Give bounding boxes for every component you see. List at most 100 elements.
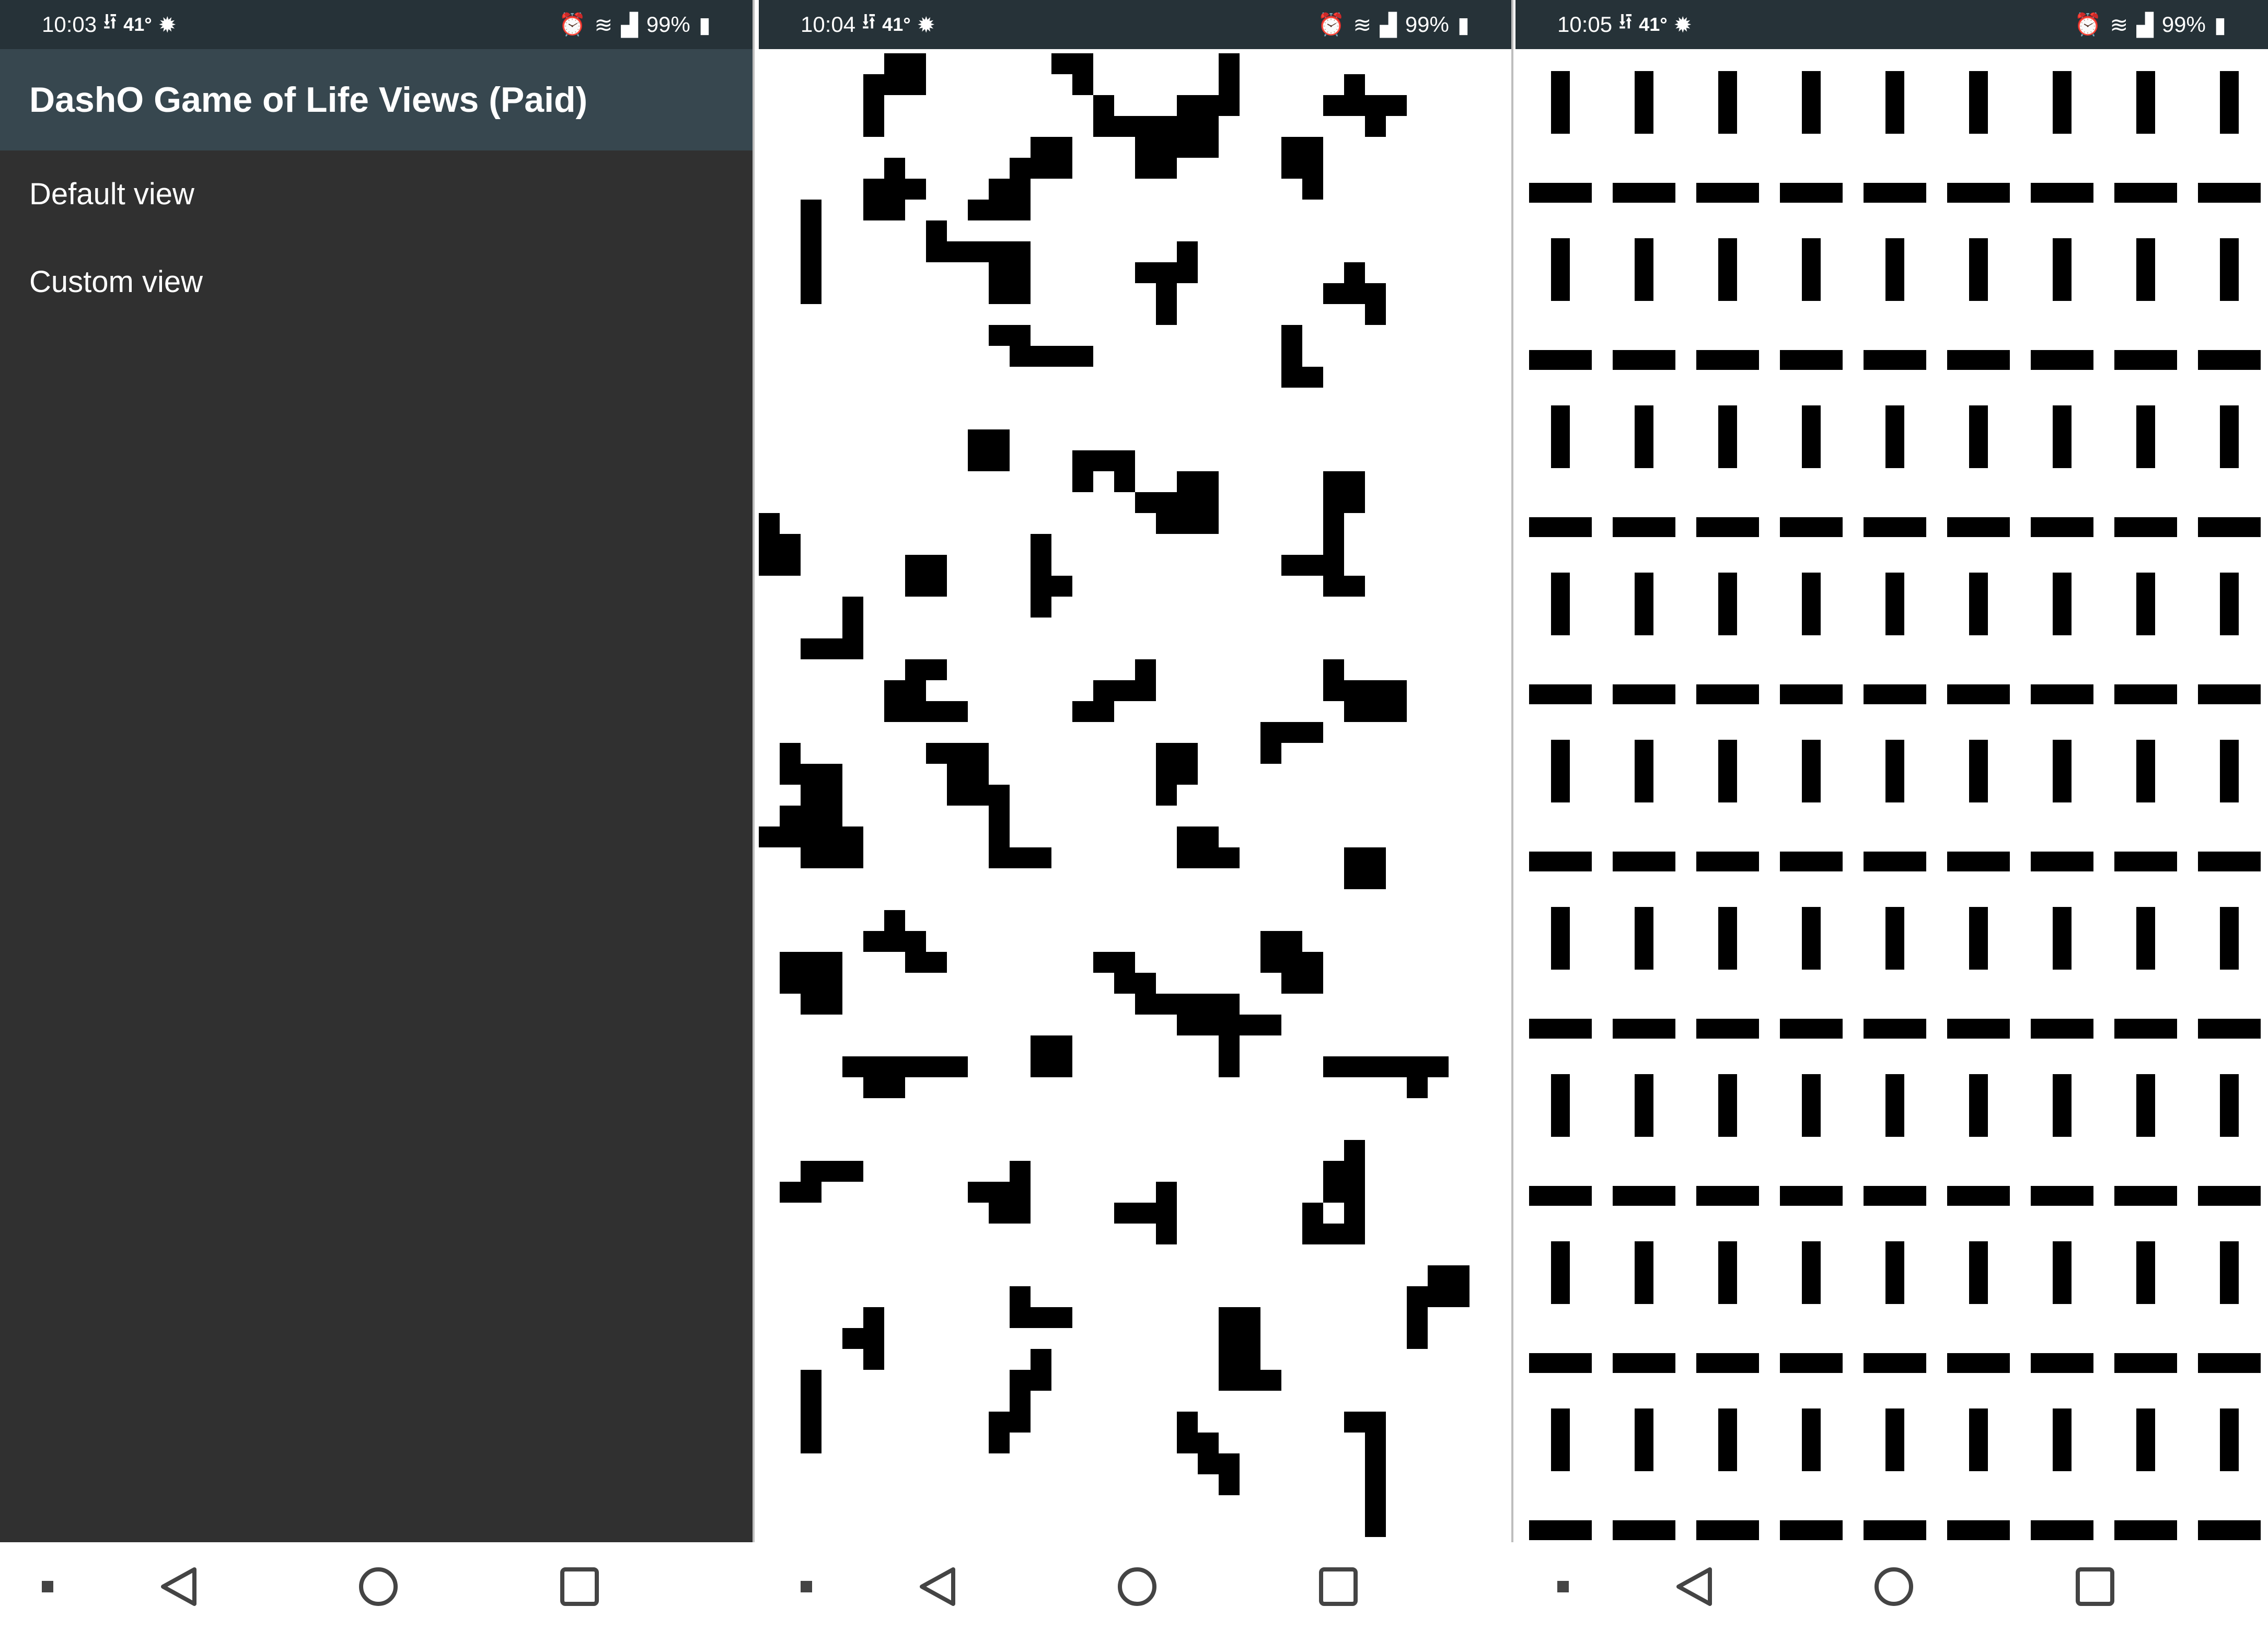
- life-cell: [884, 931, 905, 952]
- life-cell: [1323, 492, 1344, 513]
- life-cell: [1114, 1203, 1135, 1224]
- life-cell: [1072, 53, 1093, 74]
- life-cell: [1177, 847, 1198, 868]
- life-cell: [1093, 116, 1114, 137]
- recents-dot-icon[interactable]: [1557, 1581, 1569, 1592]
- life-cell: [1010, 158, 1031, 179]
- life-cell: [1177, 137, 1198, 158]
- life-cell: [842, 1328, 863, 1349]
- life-cell-vertical: [1718, 740, 1737, 802]
- life-cell: [842, 597, 863, 618]
- home-icon[interactable]: [1874, 1567, 1913, 1606]
- battery-icon: ▮: [2214, 12, 2226, 37]
- life-cell-horizontal: [1696, 1520, 1759, 1540]
- life-cell-horizontal: [1613, 350, 1675, 370]
- life-cell: [863, 1056, 884, 1077]
- life-cell: [1177, 764, 1198, 785]
- life-cell-vertical: [2053, 1074, 2072, 1137]
- life-cell-horizontal: [1529, 517, 1592, 537]
- back-icon[interactable]: [161, 1567, 196, 1606]
- life-cell-horizontal: [2031, 1186, 2093, 1206]
- temperature: 41°: [882, 14, 911, 35]
- life-cell: [1198, 994, 1219, 1015]
- life-cell: [1156, 994, 1177, 1015]
- life-cell-vertical: [1969, 1074, 1988, 1137]
- home-icon[interactable]: [359, 1567, 398, 1606]
- life-cell: [1365, 116, 1386, 137]
- life-cell-horizontal: [1696, 684, 1759, 704]
- life-cell-vertical: [2136, 573, 2155, 635]
- navigation-bar: [759, 1542, 1511, 1630]
- life-cell: [989, 1182, 1010, 1203]
- life-cell: [1156, 283, 1177, 304]
- back-icon[interactable]: [1676, 1567, 1712, 1606]
- life-cell: [1010, 262, 1031, 283]
- life-cell-vertical: [1969, 71, 1988, 134]
- life-cell: [1031, 1307, 1051, 1328]
- life-cell-horizontal: [2114, 1019, 2177, 1039]
- life-cell: [1260, 722, 1281, 743]
- life-grid-custom[interactable]: [1515, 49, 2268, 1542]
- life-cell: [1219, 1453, 1240, 1474]
- life-cell-vertical: [1969, 1241, 1988, 1304]
- life-cell: [1010, 179, 1031, 200]
- life-cell: [926, 659, 947, 680]
- overview-icon[interactable]: [560, 1567, 599, 1606]
- life-cell-vertical: [1802, 740, 1821, 802]
- life-cell-horizontal: [1529, 1353, 1592, 1373]
- life-cell-vertical: [1635, 405, 1653, 468]
- life-cell-vertical: [2053, 740, 2072, 802]
- life-cell: [947, 1056, 968, 1077]
- life-cell: [1365, 1516, 1386, 1537]
- life-cell: [1177, 262, 1198, 283]
- life-cell: [1386, 701, 1407, 722]
- life-cell: [989, 1433, 1010, 1453]
- life-cell-vertical: [1551, 740, 1570, 802]
- home-icon[interactable]: [1118, 1567, 1156, 1606]
- recents-dot-icon[interactable]: [42, 1581, 53, 1592]
- life-cell: [780, 1182, 801, 1203]
- life-cell-horizontal: [1864, 1186, 1926, 1206]
- life-cell-horizontal: [1780, 1520, 1843, 1540]
- life-cell: [801, 262, 821, 283]
- recents-dot-icon[interactable]: [801, 1581, 812, 1592]
- overview-icon[interactable]: [2076, 1567, 2114, 1606]
- life-cell-horizontal: [1613, 1520, 1675, 1540]
- life-cell: [947, 764, 968, 785]
- menu-item-custom-view[interactable]: Custom view: [29, 264, 203, 299]
- life-cell-horizontal: [1947, 183, 2010, 203]
- life-cell-vertical: [1885, 1074, 1904, 1137]
- menu-item-default-view[interactable]: Default view: [29, 177, 194, 212]
- temperature: 41°: [123, 14, 152, 35]
- life-cell: [1051, 1035, 1072, 1056]
- life-cell: [1051, 137, 1072, 158]
- life-cell: [1302, 722, 1323, 743]
- life-cell: [1093, 450, 1114, 471]
- back-icon[interactable]: [920, 1567, 955, 1606]
- life-cell-vertical: [1885, 1241, 1904, 1304]
- life-cell-vertical: [1718, 405, 1737, 468]
- overview-icon[interactable]: [1319, 1567, 1358, 1606]
- life-cell: [989, 450, 1010, 471]
- life-cell: [842, 847, 863, 868]
- life-cell: [884, 53, 905, 74]
- life-cell: [905, 179, 926, 200]
- life-cell: [968, 764, 989, 785]
- life-cell-horizontal: [2031, 684, 2093, 704]
- life-cell-vertical: [2220, 405, 2239, 468]
- life-cell-horizontal: [2031, 183, 2093, 203]
- life-cell: [1219, 1370, 1240, 1391]
- life-cell: [1344, 1412, 1365, 1433]
- life-cell: [1135, 158, 1156, 179]
- life-cell: [905, 1056, 926, 1077]
- battery-percent: 99%: [1405, 12, 1449, 37]
- life-cell-vertical: [2053, 238, 2072, 301]
- usb-icon: ⭿: [862, 9, 876, 34]
- life-cell: [1114, 471, 1135, 492]
- life-cell: [1198, 1015, 1219, 1035]
- life-cell-horizontal: [1780, 1186, 1843, 1206]
- life-grid-default[interactable]: [759, 49, 1511, 1542]
- life-cell-vertical: [1635, 238, 1653, 301]
- life-cell: [1344, 1140, 1365, 1161]
- life-cell: [968, 200, 989, 220]
